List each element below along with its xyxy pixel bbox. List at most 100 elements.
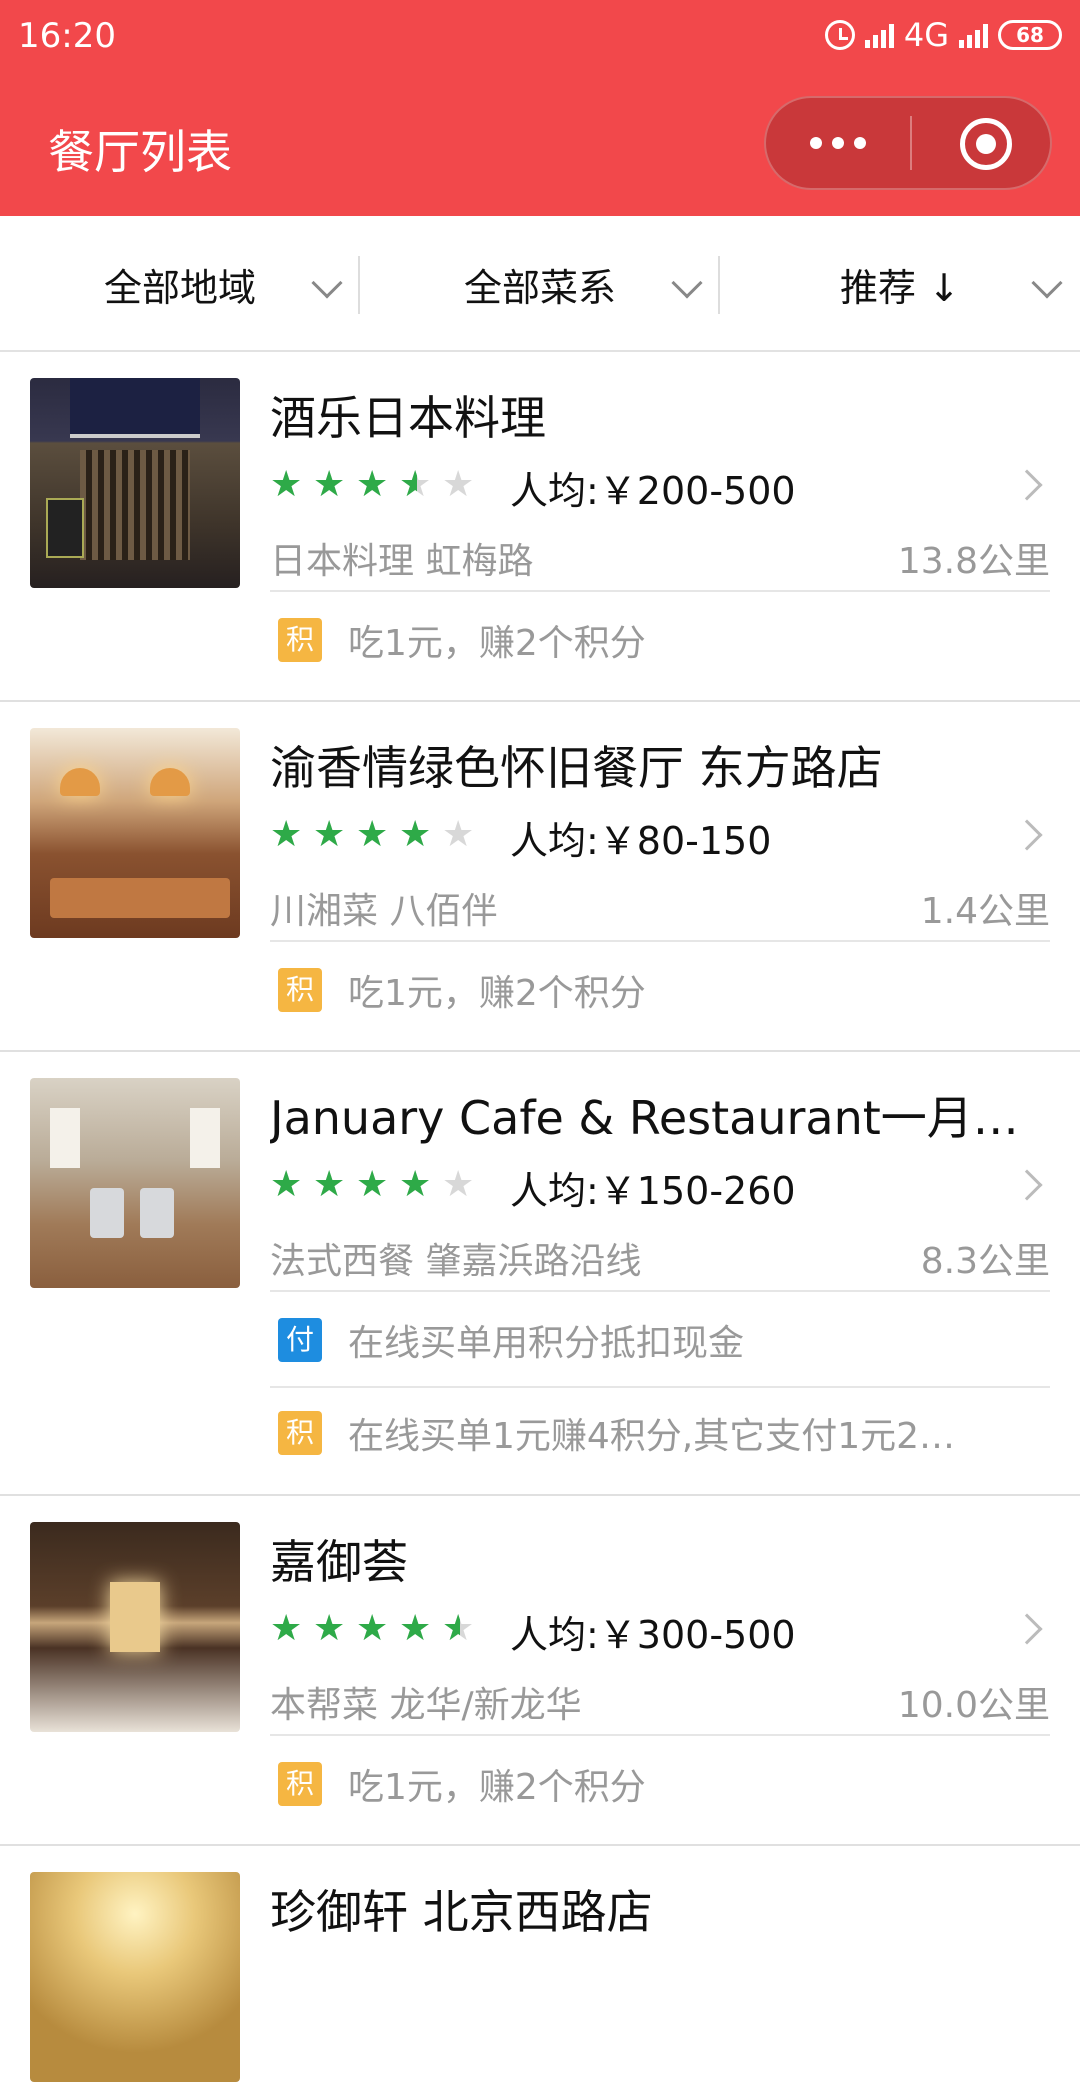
restaurant-meta: 日本料理 虹梅路 13.8公里 xyxy=(270,532,1050,592)
star-fill: ★ xyxy=(399,467,417,503)
star-fill: ★ xyxy=(270,817,303,853)
chevron-right-icon xyxy=(1011,469,1043,501)
close-target-icon[interactable] xyxy=(960,118,1012,170)
filter-cuisine[interactable]: 全部菜系 xyxy=(360,216,720,352)
status-time: 16:20 xyxy=(18,16,116,56)
star-icon: ★★ xyxy=(313,467,349,503)
price-range: 人均:￥200-500 xyxy=(510,469,796,513)
chevron-right-icon xyxy=(1011,1613,1043,1645)
more-dots-icon xyxy=(810,137,822,149)
rating-stars: ★★★★★★★★★★ xyxy=(270,1167,478,1203)
promo-row: 积 吃1元，赚2个积分 xyxy=(270,944,1050,1036)
distance: 8.3公里 xyxy=(920,1241,1050,1282)
star-icon: ★★ xyxy=(399,1611,435,1647)
rating-stars: ★★★★★★★★★★ xyxy=(270,467,478,503)
star-icon: ★★ xyxy=(356,1167,392,1203)
photo-detail xyxy=(80,450,190,560)
photo-detail xyxy=(46,498,84,558)
photo-detail xyxy=(150,768,190,796)
star-icon: ★★ xyxy=(270,1167,306,1203)
price-range: 人均:￥300-500 xyxy=(510,1613,796,1657)
star-icon: ★★ xyxy=(356,817,392,853)
restaurant-item[interactable]: 嘉御荟 ★ ★ ★ ★ ★ ★ ★ ★ ★ ★ 人均:￥300-500 本帮菜 龙华/新龙华 10… xyxy=(0,1496,1080,1846)
restaurant-item[interactable]: 酒乐日本料理 ★★★★★★★★★★ 人均:￥200-500 日本料理 虹梅路 1… xyxy=(0,352,1080,702)
more-dots-icon xyxy=(854,137,866,149)
promo-text: 在线买单1元赚4积分,其它支付1元2… xyxy=(348,1416,956,1457)
star-fill: ★ xyxy=(442,1611,460,1647)
restaurant-name: 珍御轩 北京西路店 xyxy=(270,1885,653,1939)
star-fill: ★ xyxy=(399,1167,432,1203)
cuisine-area: 法式西餐 肇嘉浜路沿线 xyxy=(270,1241,642,1282)
price-range: 人均:￥150-260 xyxy=(510,1169,796,1213)
restaurant-photo xyxy=(30,378,240,588)
miniprogram-capsule xyxy=(764,96,1052,190)
points-badge: 积 xyxy=(278,618,322,662)
restaurant-item[interactable]: January Cafe & Restaurant一月… ★★★★★★★★★★ … xyxy=(0,1052,1080,1496)
chevron-right-icon xyxy=(1011,819,1043,851)
promo-text: 吃1元，赚2个积分 xyxy=(348,623,646,664)
more-dots-icon xyxy=(832,137,844,149)
photo-detail xyxy=(50,878,230,918)
star-icon: ★★ xyxy=(356,467,392,503)
star-fill: ★ xyxy=(313,1167,346,1203)
more-button[interactable] xyxy=(766,98,910,188)
restaurant-photo xyxy=(30,1522,240,1732)
star-fill: ★ xyxy=(356,1611,389,1647)
star-icon: ★★ xyxy=(313,1611,349,1647)
restaurant-name: 渝香情绿色怀旧餐厅 东方路店 xyxy=(270,741,883,795)
chevron-down-icon xyxy=(311,267,343,299)
status-bar: 16:20 4G 68 xyxy=(0,0,1080,78)
star-fill: ★ xyxy=(399,817,432,853)
star-icon: ★★ xyxy=(399,1167,435,1203)
restaurant-item[interactable]: 渝香情绿色怀旧餐厅 东方路店 ★★★★★★★★★★ 人均:￥80-150 川湘菜… xyxy=(0,702,1080,1052)
star-icon: ★★ xyxy=(399,464,432,505)
star-fill: ★ xyxy=(313,817,346,853)
filter-bar: 全部地域 全部菜系 推荐 ↓ xyxy=(0,216,1080,352)
filter-sort-label: 推荐 ↓ xyxy=(840,265,960,310)
restaurant-photo xyxy=(30,1872,240,2082)
star-icon: ★★ xyxy=(442,1608,475,1649)
distance: 10.0公里 xyxy=(897,1685,1050,1726)
photo-detail xyxy=(190,1108,220,1168)
cuisine-area: 日本料理 虹梅路 xyxy=(270,541,534,582)
star-fill: ★ xyxy=(399,1611,432,1647)
star-fill: ★ xyxy=(356,467,389,503)
star-fill: ★ xyxy=(313,467,346,503)
star-icon: ★★ xyxy=(270,1611,306,1647)
star-fill: ★ xyxy=(356,817,389,853)
restaurant-meta: 本帮菜 龙华/新龙华 10.0公里 xyxy=(270,1676,1050,1736)
star-icon: ★★ xyxy=(313,817,349,853)
promo-row: 积 在线买单1元赚4积分,其它支付1元2… xyxy=(270,1386,1050,1478)
restaurant-photo xyxy=(30,728,240,938)
restaurant-item[interactable]: 珍御轩 北京西路店 xyxy=(0,1846,1080,2082)
star-fill: ★ xyxy=(270,467,303,503)
photo-detail xyxy=(50,1108,80,1168)
photo-detail xyxy=(70,378,200,438)
status-icons: 4G 68 xyxy=(824,16,1062,54)
network-type: 4G xyxy=(903,16,949,54)
photo-detail xyxy=(90,1188,124,1238)
promo-row: 积 吃1元，赚2个积分 xyxy=(270,1738,1050,1830)
restaurant-list: 酒乐日本料理 ★★★★★★★★★★ 人均:￥200-500 日本料理 虹梅路 1… xyxy=(0,352,1080,2082)
promo-row: 积 吃1元，赚2个积分 xyxy=(270,594,1050,686)
signal-icon-2 xyxy=(959,22,988,48)
star-fill: ★ xyxy=(270,1167,303,1203)
restaurant-meta: 法式西餐 肇嘉浜路沿线 8.3公里 xyxy=(270,1232,1050,1292)
star-icon: ★★ xyxy=(356,1611,392,1647)
distance: 1.4公里 xyxy=(920,891,1050,932)
restaurant-meta: 川湘菜 八佰伴 1.4公里 xyxy=(270,882,1050,942)
star-fill: ★ xyxy=(356,1167,389,1203)
filter-region[interactable]: 全部地域 xyxy=(0,216,360,352)
chevron-down-icon xyxy=(1031,267,1063,299)
photo-detail xyxy=(60,768,100,796)
distance: 13.8公里 xyxy=(897,541,1050,582)
star-icon: ★★ xyxy=(442,814,475,855)
restaurant-photo xyxy=(30,1078,240,1288)
capsule-divider xyxy=(910,116,912,170)
points-badge: 积 xyxy=(278,1762,322,1806)
filter-sort[interactable]: 推荐 ↓ xyxy=(720,216,1080,352)
chevron-down-icon xyxy=(671,267,703,299)
points-badge: 积 xyxy=(278,968,322,1012)
photo-detail xyxy=(140,1188,174,1238)
cuisine-area: 川湘菜 八佰伴 xyxy=(270,891,498,932)
